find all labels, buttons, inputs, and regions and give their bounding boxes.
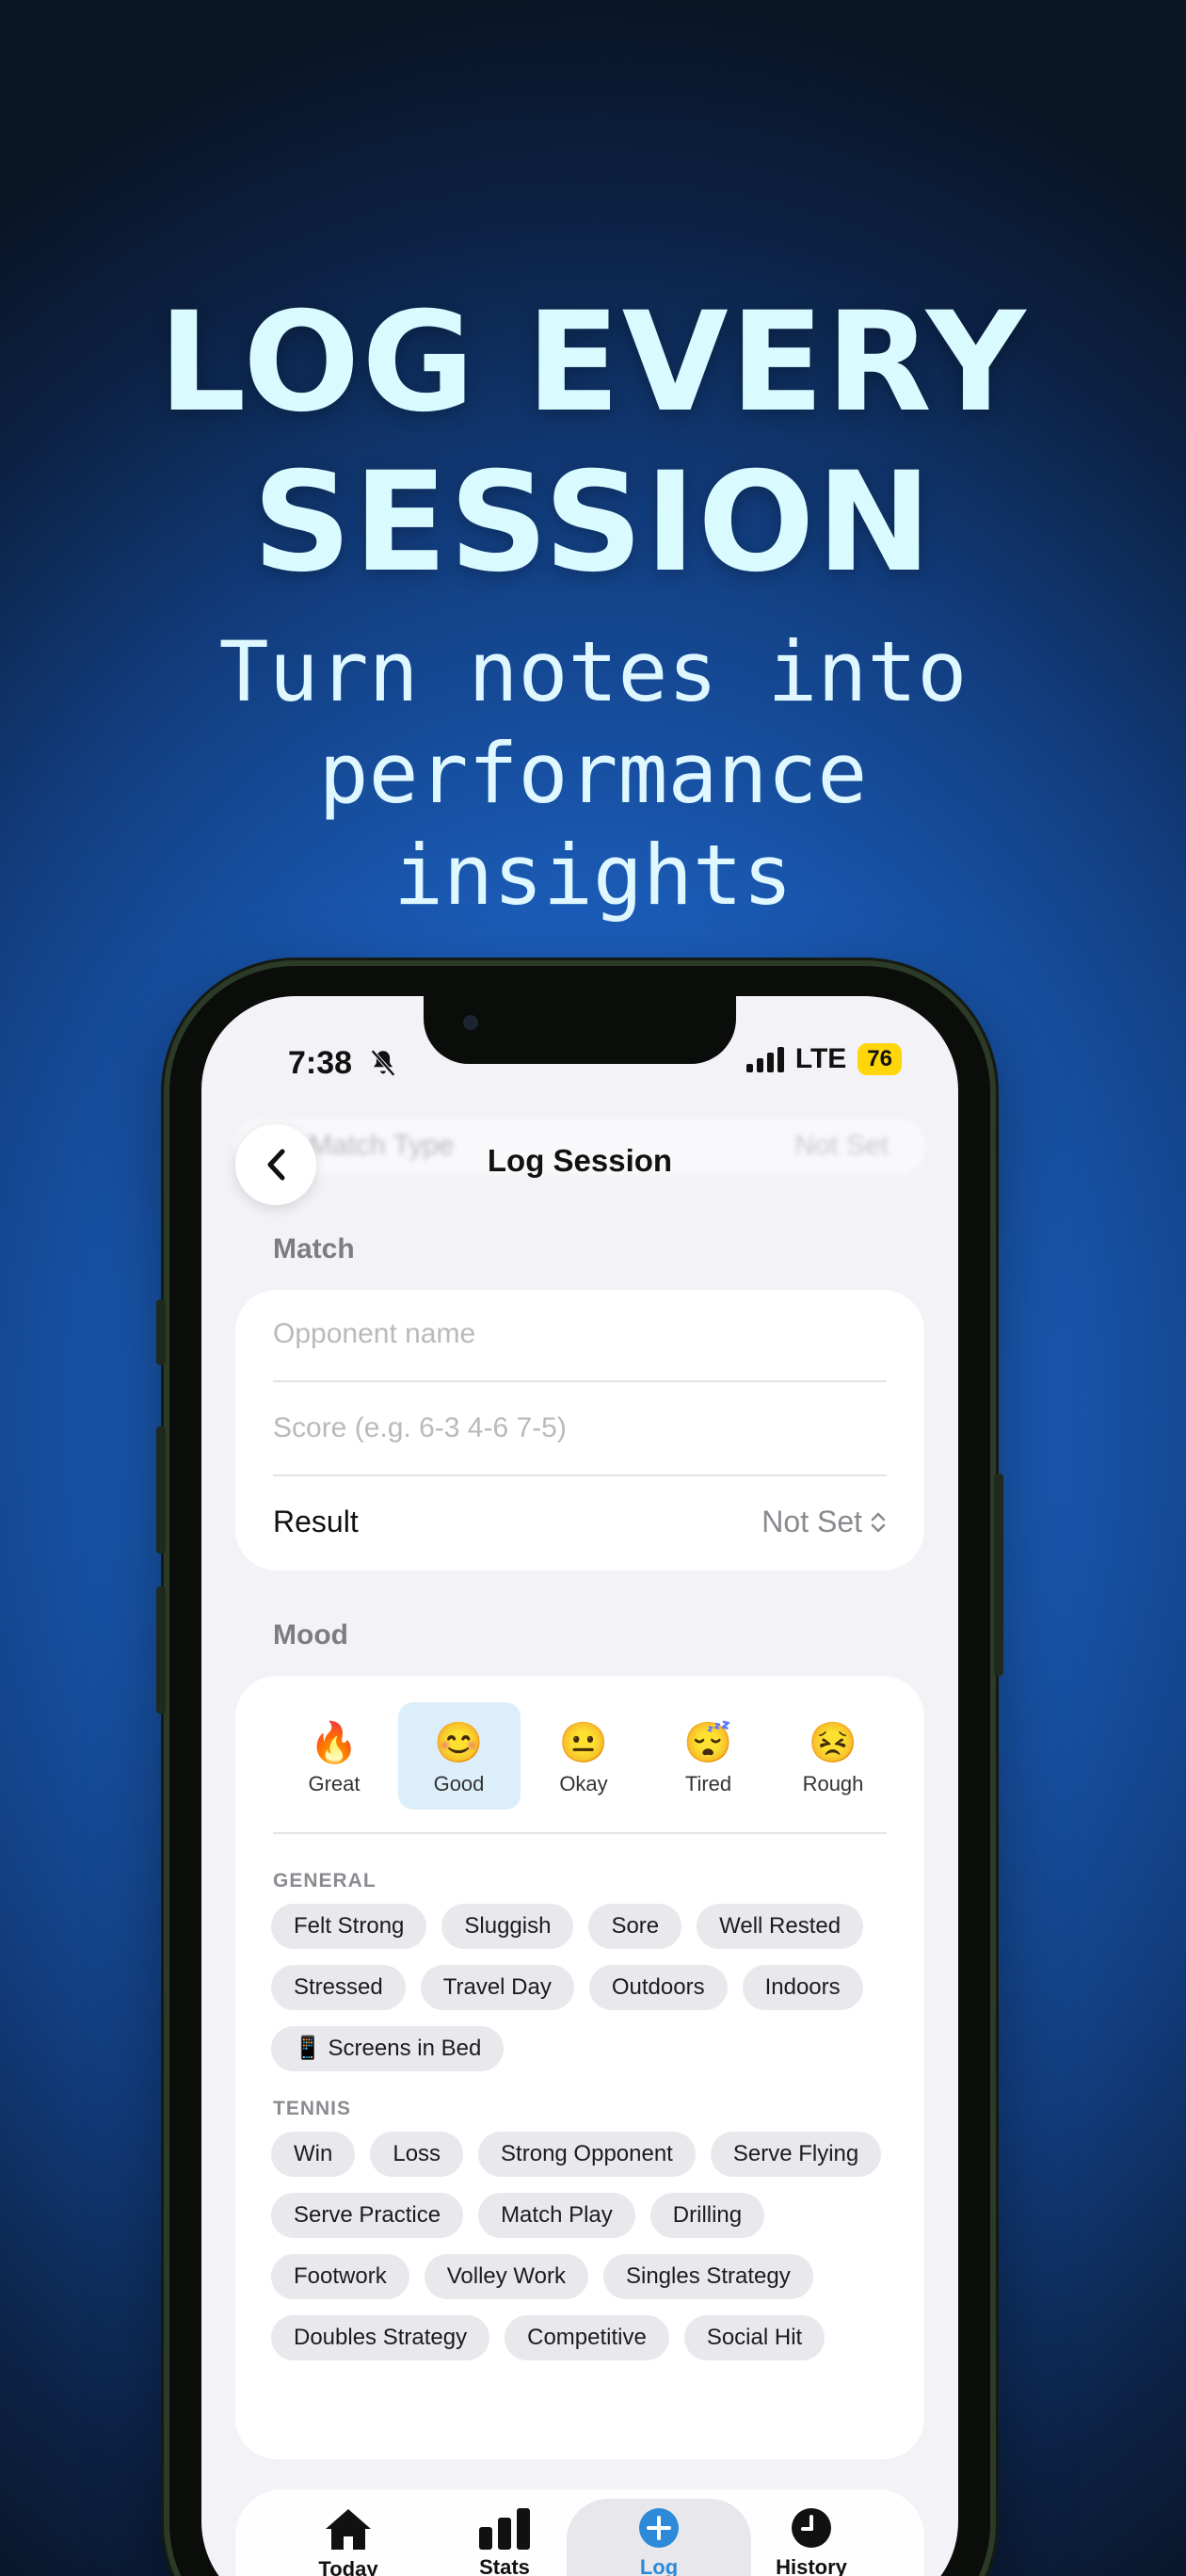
opponent-name-input[interactable]: Opponent name	[273, 1318, 887, 1350]
page-title: Log Session	[487, 1143, 673, 1178]
headline-line-1: LOG EVERY	[158, 282, 1028, 443]
tag-chip[interactable]: Outdoors	[588, 1965, 728, 2010]
promo-headline: LOG EVERY SESSION	[0, 282, 1186, 603]
bell-muted-icon	[371, 1049, 395, 1077]
subtitle-line-3: insights	[393, 827, 793, 924]
result-value: Not Set	[761, 1505, 862, 1538]
phone-volume-up	[156, 1426, 166, 1554]
mood-tired[interactable]: 😴 Tired	[648, 1702, 770, 1810]
smile-icon: 😊	[434, 1720, 484, 1764]
tag-chip[interactable]: Competitive	[505, 2315, 669, 2360]
tag-chip[interactable]: 📱 Screens in Bed	[271, 2026, 505, 2071]
tag-chip[interactable]: Stressed	[271, 1965, 406, 2010]
tennis-tags-label: TENNIS	[273, 2098, 352, 2119]
bar-chart-icon	[479, 2508, 530, 2550]
mood-good[interactable]: 😊 Good	[397, 1702, 521, 1810]
result-picker[interactable]: Not Set	[761, 1505, 887, 1539]
status-right: LTE 76	[745, 1043, 902, 1075]
phone-screen: 7:38 LTE 76 Match Type Not Set Log Sessi…	[201, 996, 958, 2576]
network-label: LTE	[794, 1043, 847, 1074]
tag-chip[interactable]: Strong Opponent	[478, 2132, 696, 2177]
status-time: 7:38	[288, 1045, 353, 1081]
tab-today[interactable]: Today	[273, 2506, 424, 2576]
tag-chip[interactable]: Sore	[588, 1904, 682, 1949]
neutral-face-icon: 😐	[558, 1720, 609, 1764]
tab-label: Stats	[479, 2555, 530, 2576]
subtitle-line-2: performance	[318, 725, 868, 822]
house-icon	[326, 2509, 371, 2550]
match-card: Opponent name Score (e.g. 6-3 4-6 7-5) R…	[235, 1290, 924, 1570]
mood-label: Okay	[559, 1772, 608, 1795]
persevering-face-icon: 😣	[808, 1720, 858, 1764]
tag-chip[interactable]: Doubles Strategy	[271, 2315, 490, 2360]
tag-chip[interactable]: Social Hit	[683, 2315, 825, 2360]
chevron-up-down-icon	[871, 1512, 886, 1532]
match-section-label: Match	[273, 1233, 355, 1264]
promo-subtitle: Turn notes into performance insights	[0, 621, 1186, 926]
mood-label: Rough	[802, 1772, 864, 1795]
mood-label: Good	[433, 1772, 485, 1795]
tag-chip[interactable]: Felt Strong	[271, 1904, 427, 1949]
tab-history[interactable]: History	[736, 2506, 887, 2576]
tab-label: History	[776, 2555, 847, 2576]
tag-chip[interactable]: Singles Strategy	[602, 2254, 813, 2299]
mood-label: Great	[308, 1772, 361, 1795]
mood-selector: 🔥 Great 😊 Good 😐 Okay 😴 Tired 😣 Rough	[273, 1702, 894, 1810]
tag-chip[interactable]: Volley Work	[424, 2254, 588, 2299]
tab-log[interactable]: Log	[567, 2499, 751, 2576]
sleeping-face-icon: 😴	[683, 1720, 733, 1764]
tag-chip[interactable]: Sluggish	[441, 1904, 574, 1949]
tag-chip[interactable]: Indoors	[742, 1965, 863, 2010]
phone-power-button	[994, 1473, 1003, 1676]
fire-icon: 🔥	[309, 1720, 360, 1764]
divider	[273, 1832, 887, 1834]
result-label: Result	[273, 1505, 359, 1538]
tab-bar: Today Stats Log History	[235, 2489, 924, 2576]
front-camera	[463, 1015, 478, 1030]
headline-line-2: SESSION	[252, 443, 934, 603]
mood-label: Tired	[684, 1772, 732, 1795]
tag-chip[interactable]: Serve Practice	[271, 2193, 464, 2238]
mood-okay[interactable]: 😐 Okay	[522, 1702, 645, 1810]
mood-card: 🔥 Great 😊 Good 😐 Okay 😴 Tired 😣 Rough GE…	[235, 1676, 924, 2459]
general-tags: Felt Strong Sluggish Sore Well Rested St…	[271, 1904, 911, 2071]
tag-chip[interactable]: Match Play	[478, 2193, 635, 2238]
signal-icon	[745, 1046, 784, 1072]
divider	[273, 1474, 887, 1476]
tab-stats[interactable]: Stats	[429, 2506, 580, 2576]
plus-circle-icon	[639, 2508, 679, 2548]
tab-label: Today	[318, 2557, 378, 2576]
score-input[interactable]: Score (e.g. 6-3 4-6 7-5)	[273, 1412, 887, 1444]
mood-rough[interactable]: 😣 Rough	[772, 1702, 894, 1810]
tag-chip[interactable]: Win	[271, 2132, 356, 2177]
divider	[273, 1380, 887, 1382]
tag-chip[interactable]: Loss	[370, 2132, 464, 2177]
tag-chip[interactable]: Well Rested	[697, 1904, 864, 1949]
tag-chip[interactable]: Drilling	[649, 2193, 765, 2238]
nav-bar: Match Type Not Set Log Session	[201, 1119, 958, 1213]
mood-great[interactable]: 🔥 Great	[273, 1702, 395, 1810]
battery-icon: 76	[857, 1043, 902, 1075]
tennis-tags: Win Loss Strong Opponent Serve Flying Se…	[271, 2132, 911, 2360]
mood-section-label: Mood	[273, 1619, 348, 1650]
general-tags-label: GENERAL	[273, 1870, 377, 1892]
clock-icon	[792, 2508, 831, 2548]
tag-chip[interactable]: Travel Day	[420, 1965, 574, 2010]
notch	[424, 996, 736, 1064]
tab-label: Log	[639, 2555, 679, 2576]
phone-silent-switch	[156, 1299, 166, 1365]
tag-chip[interactable]: Serve Flying	[710, 2132, 882, 2177]
phone-volume-down	[156, 1586, 166, 1714]
tag-chip[interactable]: Footwork	[271, 2254, 409, 2299]
subtitle-line-1: Turn notes into	[218, 623, 968, 720]
